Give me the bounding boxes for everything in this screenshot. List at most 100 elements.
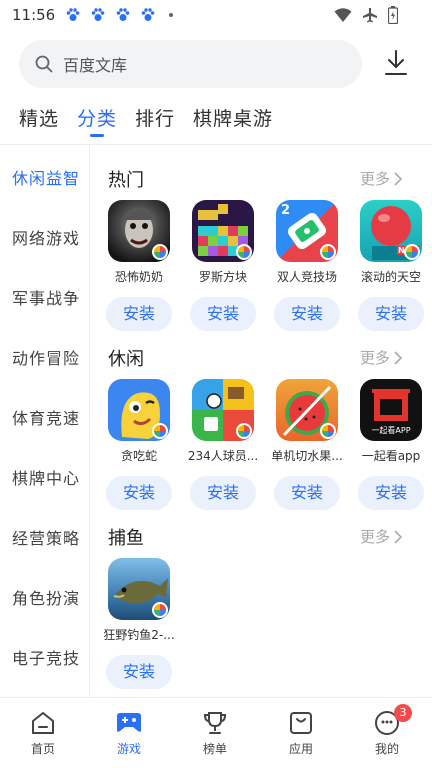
app-card[interactable]: 恐怖奶奶 安装 bbox=[98, 200, 180, 331]
app-card[interactable]: 单机切水果... 安装 bbox=[266, 379, 348, 510]
app-card[interactable]: 贪吃蛇 安装 bbox=[98, 379, 180, 510]
more-link-casual[interactable]: 更多 bbox=[360, 347, 403, 368]
chevron-right-icon bbox=[394, 350, 403, 365]
paw-icon bbox=[116, 8, 130, 21]
paw-icon bbox=[66, 8, 80, 21]
category-sidebar: 休闲益智 网络游戏 军事战争 动作冒险 体育竞速 棋牌中心 经营策略 角色扮演 … bbox=[0, 145, 90, 697]
install-button[interactable]: 安装 bbox=[274, 297, 340, 331]
app-name: 单机切水果... bbox=[271, 449, 343, 463]
nav-rankings[interactable]: 榜单 bbox=[185, 710, 245, 757]
tab-categories[interactable]: 分类 bbox=[77, 104, 117, 137]
section-title-hot: 热门 bbox=[108, 170, 144, 191]
paw-icon bbox=[91, 8, 105, 21]
status-bar: 11:56 bbox=[0, 0, 432, 30]
sidebar-item-action[interactable]: 动作冒险 bbox=[12, 345, 80, 369]
app-card[interactable]: 234人球员... 安装 bbox=[182, 379, 264, 510]
battery-icon bbox=[388, 6, 398, 24]
trophy-icon bbox=[203, 712, 227, 734]
chevron-right-icon bbox=[394, 171, 403, 186]
store-badge-icon bbox=[152, 423, 168, 439]
tab-featured[interactable]: 精选 bbox=[19, 104, 59, 134]
install-button[interactable]: 安装 bbox=[106, 476, 172, 510]
install-button[interactable]: 安装 bbox=[106, 655, 172, 689]
home-icon bbox=[32, 712, 54, 734]
nav-home[interactable]: 首页 bbox=[13, 710, 73, 757]
app-name: 恐怖奶奶 bbox=[114, 270, 163, 284]
nav-label: 应用 bbox=[288, 742, 313, 756]
store-badge-icon bbox=[320, 423, 336, 439]
chevron-right-icon bbox=[394, 529, 403, 544]
more-link-fishing[interactable]: 更多 bbox=[360, 526, 403, 547]
multiplayer-games-icon bbox=[192, 379, 254, 441]
wild-fishing-icon bbox=[108, 558, 170, 620]
sidebar-item-casual-puzzle[interactable]: 休闲益智 bbox=[12, 165, 80, 189]
sidebar-item-rpg[interactable]: 角色扮演 bbox=[12, 585, 80, 609]
airplane-icon bbox=[363, 8, 377, 23]
yiqikan-app-icon: 一起看APP bbox=[360, 379, 422, 441]
section-title-fishing: 捕鱼 bbox=[108, 528, 144, 549]
snake-game-icon bbox=[108, 379, 170, 441]
search-placeholder: 百度文库 bbox=[63, 56, 128, 75]
tab-board-games[interactable]: 棋牌桌游 bbox=[193, 104, 273, 134]
app-name: 234人球员... bbox=[187, 449, 259, 463]
install-button[interactable]: 安装 bbox=[274, 476, 340, 510]
granny-game-icon bbox=[108, 200, 170, 262]
app-card[interactable]: 2 2 双人竞技场 安装 bbox=[266, 200, 348, 331]
sidebar-item-sports[interactable]: 体育竞速 bbox=[12, 405, 80, 429]
more-label: 更多 bbox=[360, 349, 391, 367]
gamepad-icon bbox=[117, 713, 141, 732]
nav-profile[interactable]: 3 我的 bbox=[357, 704, 417, 757]
nav-label: 首页 bbox=[30, 742, 55, 756]
arena-digit-top: 2 bbox=[281, 203, 291, 218]
sidebar-item-online[interactable]: 网络游戏 bbox=[12, 225, 80, 249]
section-title-casual: 休闲 bbox=[108, 349, 144, 370]
status-time: 11:56 bbox=[12, 6, 56, 24]
yiqikan-icon-text: 一起看APP bbox=[371, 426, 411, 435]
nav-apps[interactable]: 应用 bbox=[271, 710, 331, 757]
app-card[interactable]: 狂野钓鱼2-... 安装 bbox=[98, 558, 180, 689]
store-badge-icon bbox=[152, 244, 168, 260]
store-badge-icon bbox=[236, 423, 252, 439]
store-badge-icon bbox=[236, 244, 252, 260]
install-button[interactable]: 安装 bbox=[358, 297, 424, 331]
wifi-icon bbox=[334, 8, 352, 22]
notification-badge: 3 bbox=[394, 704, 412, 722]
app-name: 罗斯方块 bbox=[198, 270, 247, 284]
app-card[interactable]: 罗斯方块 安装 bbox=[182, 200, 264, 331]
store-badge-icon bbox=[320, 244, 336, 260]
sidebar-item-esports[interactable]: 电子竞技 bbox=[12, 645, 80, 669]
sidebar-item-military[interactable]: 军事战争 bbox=[12, 285, 80, 309]
tab-rankings[interactable]: 排行 bbox=[135, 104, 175, 134]
nav-games[interactable]: 游戏 bbox=[99, 710, 159, 757]
nav-label: 榜单 bbox=[202, 742, 227, 756]
notification-dot bbox=[169, 13, 174, 17]
more-label: 更多 bbox=[360, 528, 391, 546]
rolling-sky-icon: NEW bbox=[360, 200, 422, 262]
app-bag-icon bbox=[290, 712, 312, 734]
download-icon[interactable] bbox=[384, 50, 408, 76]
app-name: 狂野钓鱼2-... bbox=[103, 628, 175, 642]
nav-label: 游戏 bbox=[116, 742, 141, 756]
app-card[interactable]: NEW 滚动的天空 安装 bbox=[350, 200, 432, 331]
app-name: 双人竞技场 bbox=[276, 270, 337, 284]
fruit-cutting-icon bbox=[276, 379, 338, 441]
store-badge-icon bbox=[152, 602, 168, 618]
install-button[interactable]: 安装 bbox=[106, 297, 172, 331]
bottom-navigation: 首页 游戏 榜单 应用 3 我的 bbox=[0, 697, 432, 768]
sidebar-item-cards[interactable]: 棋牌中心 bbox=[12, 465, 80, 489]
install-button[interactable]: 安装 bbox=[190, 476, 256, 510]
app-name: 贪吃蛇 bbox=[120, 449, 157, 463]
nav-label: 我的 bbox=[374, 742, 399, 756]
category-tabs: 精选 分类 排行 棋牌桌游 bbox=[19, 104, 273, 137]
search-icon bbox=[35, 55, 53, 73]
app-card[interactable]: 一起看APP 一起看app 安装 bbox=[350, 379, 432, 510]
install-button[interactable]: 安装 bbox=[190, 297, 256, 331]
sidebar-item-strategy[interactable]: 经营策略 bbox=[12, 525, 80, 549]
app-name: 滚动的天空 bbox=[360, 270, 421, 284]
search-input[interactable]: 百度文库 bbox=[19, 40, 362, 88]
store-badge-icon bbox=[404, 244, 420, 260]
more-link-hot[interactable]: 更多 bbox=[360, 168, 403, 189]
install-button[interactable]: 安装 bbox=[358, 476, 424, 510]
app-name: 一起看app bbox=[361, 449, 421, 463]
more-label: 更多 bbox=[360, 170, 391, 188]
